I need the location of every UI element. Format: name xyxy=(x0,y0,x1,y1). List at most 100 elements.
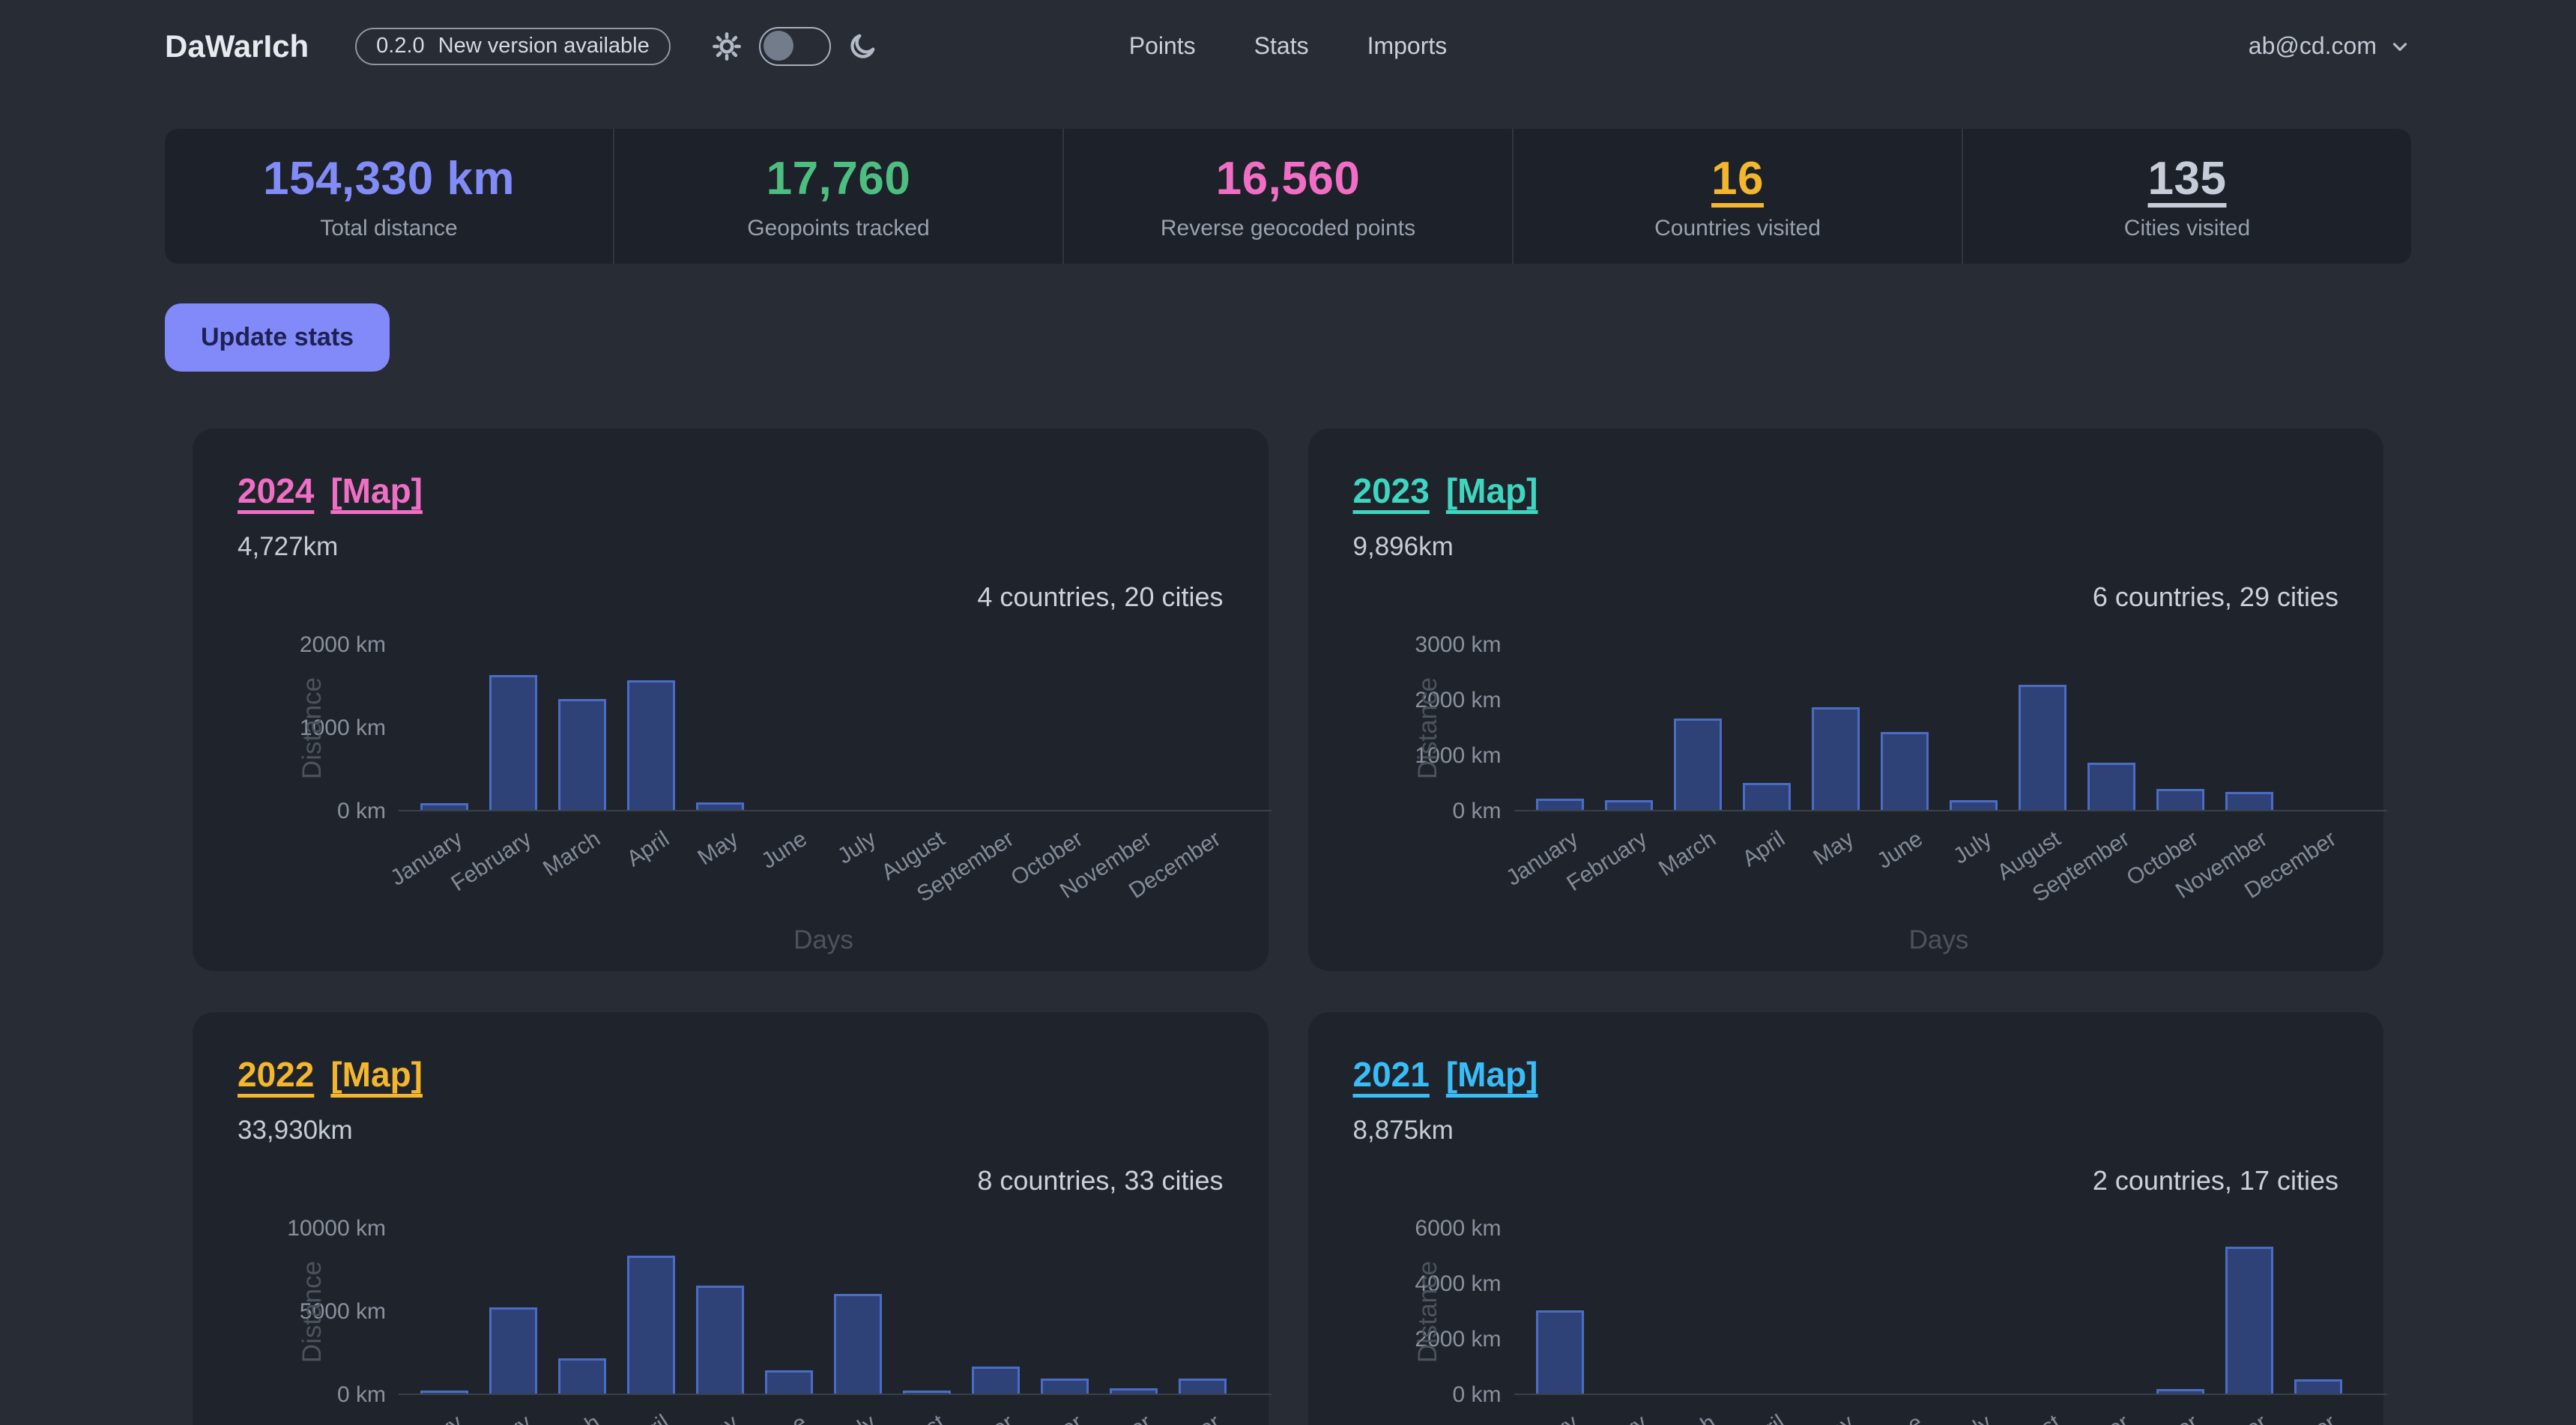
bar-december xyxy=(1179,1379,1227,1394)
theme-toggle-knob xyxy=(764,31,793,61)
year-card-2023: 2023 [Map] 9,896km 6 countries, 29 citie… xyxy=(1308,429,2384,971)
y-tick-label: 0 km xyxy=(238,799,386,824)
card-title: 2021 [Map] xyxy=(1353,1054,2339,1095)
x-axis-title: Days xyxy=(793,925,853,955)
card-title: 2024 [Map] xyxy=(238,471,1224,511)
bar-march xyxy=(558,699,606,810)
x-tick-label: October xyxy=(1006,1410,1087,1425)
x-tick-label: January xyxy=(386,1410,467,1425)
card-title: 2023 [Map] xyxy=(1353,471,2339,511)
bar-april xyxy=(1743,783,1791,810)
version-message: New version available xyxy=(438,34,650,58)
x-tick-label: April xyxy=(1738,1410,1789,1425)
x-axis-title: Days xyxy=(1909,925,1969,955)
map-link-2024[interactable]: [Map] xyxy=(330,471,423,511)
x-tick-label: March xyxy=(1654,1410,1720,1425)
theme-toggle[interactable] xyxy=(759,27,831,66)
y-tick-label: 0 km xyxy=(238,1382,386,1408)
stat-value: 17,760 xyxy=(767,152,911,205)
y-axis-title: Distance xyxy=(1413,677,1443,779)
y-axis-title: Distance xyxy=(297,1261,327,1363)
x-tick-label: March xyxy=(1654,826,1720,882)
year-distance: 4,727km xyxy=(238,532,1224,562)
cities-visited-link[interactable]: 135 xyxy=(2148,152,2227,205)
nav-item-points[interactable]: Points xyxy=(1129,32,1196,60)
bar-october xyxy=(1041,1379,1089,1394)
stat-label: Cities visited xyxy=(2124,216,2250,241)
moon-icon xyxy=(847,31,877,61)
nav-item-imports[interactable]: Imports xyxy=(1367,32,1448,60)
bar-november xyxy=(2225,792,2273,810)
x-tick-label: March xyxy=(539,1410,605,1425)
bar-september xyxy=(2087,763,2135,810)
nav-item-stats[interactable]: Stats xyxy=(1254,32,1309,60)
x-tick-label: August xyxy=(877,1410,950,1425)
version-number: 0.2.0 xyxy=(376,34,425,58)
stat-value: 16,560 xyxy=(1216,152,1361,205)
x-tick-label: June xyxy=(757,1410,811,1425)
y-tick-label: 2000 km xyxy=(238,632,386,658)
y-tick-label: 10000 km xyxy=(238,1216,386,1241)
stat-label: Reverse geocoded points xyxy=(1161,216,1415,241)
main-nav: Points Stats Imports xyxy=(1129,32,1448,60)
stat-value: 154,330 km xyxy=(263,152,515,205)
header: DaWarIch 0.2.0 New version available xyxy=(0,0,2576,92)
distance-bar-chart-2024: JanuaryFebruaryMarchAprilMayJuneJulyAugu… xyxy=(238,619,1224,934)
theme-controls xyxy=(711,27,877,66)
map-link-2022[interactable]: [Map] xyxy=(330,1054,423,1095)
x-tick-label: March xyxy=(539,826,605,882)
x-tick-label: July xyxy=(833,1410,880,1425)
chevron-down-icon xyxy=(2389,35,2411,58)
version-badge[interactable]: 0.2.0 New version available xyxy=(355,28,671,65)
year-cards-grid: 2024 [Map] 4,727km 4 countries, 20 citie… xyxy=(193,429,2383,1425)
stat-label: Total distance xyxy=(320,216,457,241)
card-title: 2022 [Map] xyxy=(238,1054,1224,1095)
bar-august xyxy=(903,1391,951,1394)
x-tick-label: May xyxy=(693,826,743,871)
sun-icon xyxy=(711,31,743,62)
year-card-2021: 2021 [Map] 8,875km 2 countries, 17 citie… xyxy=(1308,1012,2384,1425)
distance-bar-chart-2021: JanuaryFebruaryMarchAprilMayJuneJulyAugu… xyxy=(1353,1202,2339,1425)
stats-summary-bar: 154,330 km Total distance 17,760 Geopoin… xyxy=(165,129,2411,264)
y-axis-title: Distance xyxy=(1413,1261,1443,1363)
stat-label: Countries visited xyxy=(1654,216,1821,241)
bar-october xyxy=(2156,1389,2204,1394)
x-tick-label: July xyxy=(833,826,880,870)
update-stats-button[interactable]: Update stats xyxy=(165,303,390,372)
stat-total-distance: 154,330 km Total distance xyxy=(165,129,613,264)
user-menu[interactable]: ab@cd.com xyxy=(2249,32,2411,60)
bar-february xyxy=(489,675,537,810)
stat-cities-visited: 135 Cities visited xyxy=(1962,129,2411,264)
bar-july xyxy=(1950,800,1998,810)
stat-countries-visited: 16 Countries visited xyxy=(1512,129,1962,264)
distance-bar-chart-2023: JanuaryFebruaryMarchAprilMayJuneJulyAugu… xyxy=(1353,619,2339,934)
bar-september xyxy=(972,1367,1020,1394)
bar-march xyxy=(558,1358,606,1394)
bar-april xyxy=(627,1256,675,1394)
year-link-2022[interactable]: 2022 xyxy=(238,1054,314,1095)
x-tick-label: May xyxy=(1809,826,1858,871)
bar-january xyxy=(420,803,468,810)
year-link-2021[interactable]: 2021 xyxy=(1353,1054,1430,1095)
bar-january xyxy=(1536,1310,1584,1394)
y-tick-label: 0 km xyxy=(1353,799,1502,824)
map-link-2023[interactable]: [Map] xyxy=(1446,471,1538,511)
plot-area: JanuaryFebruaryMarchAprilMayJuneJulyAugu… xyxy=(399,645,1272,811)
bar-december xyxy=(2294,1379,2342,1394)
x-tick-label: October xyxy=(2122,1410,2203,1425)
x-tick-label: July xyxy=(1949,826,1996,870)
x-tick-label: May xyxy=(693,1410,743,1425)
countries-visited-link[interactable]: 16 xyxy=(1711,152,1764,205)
bar-june xyxy=(765,1370,813,1394)
year-link-2023[interactable]: 2023 xyxy=(1353,471,1430,511)
bar-november xyxy=(2225,1247,2273,1394)
bar-november xyxy=(1110,1388,1158,1394)
bar-january xyxy=(420,1391,468,1394)
x-tick-label: January xyxy=(1502,1410,1582,1425)
bar-may xyxy=(696,802,744,810)
bar-june xyxy=(1881,732,1929,810)
map-link-2021[interactable]: [Map] xyxy=(1446,1054,1538,1095)
year-link-2024[interactable]: 2024 xyxy=(238,471,314,511)
x-tick-label: June xyxy=(757,826,811,874)
stat-geopoints-tracked: 17,760 Geopoints tracked xyxy=(613,129,1062,264)
